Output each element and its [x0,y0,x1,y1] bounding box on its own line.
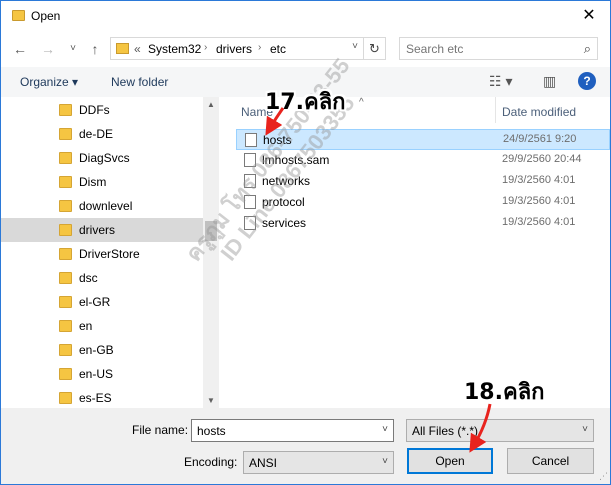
back-arrow-icon[interactable]: ← [10,39,30,59]
bottom-panel: File name: hosts ˅ All Files (*.*) ˅ Enc… [1,408,610,484]
folder-icon [59,392,72,404]
chevron-right-icon[interactable]: › [204,42,207,53]
chevron-down-icon[interactable]: ˅ [352,41,358,52]
nav-item-label: drivers [79,223,116,237]
open-dialog: Open ✕ ← → ˅ ↑ « System32 › drivers › et… [0,0,611,485]
scroll-down-icon[interactable]: ▼ [207,396,215,405]
file-icon [245,133,257,147]
file-row-services[interactable]: services 19/3/2560 4:01 [236,213,610,234]
open-button[interactable]: Open [407,448,493,474]
encoding-label: Encoding: [184,455,238,469]
folder-icon [59,296,72,308]
change-view-icon[interactable]: ☷ ▾ [489,73,512,90]
file-name-label: File name: [132,423,189,437]
nav-item-label: en [79,319,93,333]
recent-locations-icon[interactable]: ˅ [63,39,83,59]
cancel-button[interactable]: Cancel [507,448,594,474]
breadcrumb-drivers[interactable]: drivers [216,42,252,56]
nav-item-driverstore[interactable]: DriverStore [1,242,203,266]
file-name-value[interactable]: hosts [197,424,226,438]
nav-item-label: es-ES [79,391,112,405]
nav-item-label: DDFs [79,103,110,117]
chevron-down-icon[interactable]: ˅ [382,424,388,435]
chevron-down-icon[interactable]: ˅ [382,456,388,467]
nav-item-label: Dism [79,175,107,189]
address-bar[interactable]: « System32 › drivers › etc ˅ ↻ [110,37,386,60]
file-date: 19/3/2560 4:01 [502,174,576,186]
window-title: Open [31,9,61,23]
search-icon[interactable]: ⌕ [584,41,591,57]
chevron-down-icon[interactable]: ˅ [582,424,588,435]
chevron-right-icon[interactable]: › [258,42,261,53]
nav-item-dsc[interactable]: dsc [1,266,203,290]
new-folder-button[interactable]: New folder [111,75,168,89]
help-icon[interactable]: ? [578,72,596,90]
step-17-label: 17.คลิก [265,90,346,115]
file-date: 29/9/2560 20:44 [502,153,582,165]
nav-item-diagsvcs[interactable]: DiagSvcs [1,146,203,170]
up-arrow-icon[interactable]: ↑ [85,39,105,59]
nav-item-label: DriverStore [79,247,140,261]
nav-item-label: DiagSvcs [79,151,130,165]
file-row-protocol[interactable]: protocol 19/3/2560 4:01 [236,192,610,213]
nav-item-el-gr[interactable]: el-GR [1,290,203,314]
breadcrumb-system32[interactable]: System32 [148,42,201,56]
scroll-up-icon[interactable]: ▲ [207,100,215,109]
folder-icon [59,200,72,212]
nav-item-label: de-DE [79,127,114,141]
folder-icon [12,10,25,21]
folder-icon [59,320,72,332]
refresh-icon[interactable]: ↻ [363,38,385,59]
nav-item-label: en-US [79,367,114,381]
nav-item-label: downlevel [79,199,133,213]
organize-button[interactable]: Organize ▾ [20,75,78,89]
nav-item-label: dsc [79,271,98,285]
folder-icon [59,344,72,356]
nav-item-en-us[interactable]: en-US [1,362,203,386]
preview-pane-icon[interactable]: ▥ [543,73,556,90]
folder-icon [59,152,72,164]
nav-item-es-es[interactable]: es-ES [1,386,203,408]
close-icon[interactable]: ✕ [568,1,610,31]
overflow-icon[interactable]: « [134,42,141,56]
folder-icon [59,104,72,116]
resize-grip-icon[interactable]: ⋰ [599,471,608,482]
folder-icon [59,176,72,188]
nav-item-de-de[interactable]: de-DE [1,122,203,146]
folder-icon [59,248,72,260]
nav-item-downlevel[interactable]: downlevel [1,194,203,218]
folder-icon [59,272,72,284]
nav-item-label: en-GB [79,343,114,357]
file-date: 19/3/2560 4:01 [502,216,576,228]
nav-item-ddfs[interactable]: DDFs [1,98,203,122]
step-18-label: 18.คลิก [464,380,545,405]
encoding-select[interactable]: ANSI ˅ [243,451,394,474]
nav-item-en-gb[interactable]: en-GB [1,338,203,362]
nav-item-drivers[interactable]: drivers [1,218,203,242]
nav-item-label: el-GR [79,295,111,309]
forward-arrow-icon[interactable]: → [38,39,58,59]
folder-icon [59,368,72,380]
encoding-value: ANSI [249,456,278,470]
file-date: 19/3/2560 4:01 [502,195,576,207]
file-date: 24/9/2561 9:20 [503,133,577,145]
file-name-field[interactable]: hosts ˅ [191,419,394,442]
nav-item-en[interactable]: en [1,314,203,338]
column-divider[interactable] [495,97,496,123]
nav-item-dism[interactable]: Dism [1,170,203,194]
column-header-date-modified[interactable]: Date modified [502,105,576,119]
folder-icon [116,43,129,54]
file-type-filter[interactable]: All Files (*.*) ˅ [406,419,594,442]
folder-icon [59,128,72,140]
title-bar: Open ✕ [1,1,610,31]
file-type-value: All Files (*.*) [412,424,479,438]
search-box[interactable]: ⌕ [399,37,598,60]
search-input[interactable] [406,42,566,56]
folder-icon [59,224,72,236]
breadcrumb-etc[interactable]: etc [270,42,286,56]
